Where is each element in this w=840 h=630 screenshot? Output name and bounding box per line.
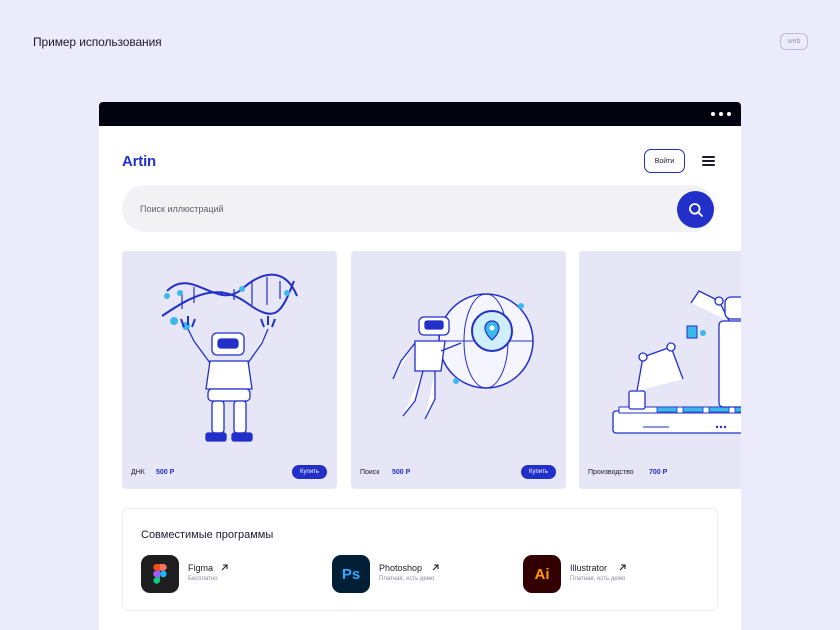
- app-item-photoshop[interactable]: Ps Photoshop Платная, есть демо: [332, 555, 512, 593]
- app-name: Figma: [188, 563, 214, 573]
- search-input[interactable]: [140, 200, 640, 218]
- search-bar: [122, 185, 715, 232]
- search-button[interactable]: [677, 191, 714, 228]
- app-subtitle: Платная, есть демо: [570, 576, 626, 582]
- illustrator-icon: Ai: [523, 555, 561, 593]
- external-link-arrow-icon: [432, 564, 439, 571]
- product-card[interactable]: Производство 700 Р: [579, 251, 741, 489]
- product-name: ДНК: [131, 469, 145, 476]
- robot-magnifier-illustration: [392, 293, 534, 420]
- product-price: 700 Р: [649, 469, 668, 476]
- app-subtitle: Бесплатно: [188, 576, 218, 582]
- platform-badge: web: [780, 33, 808, 50]
- browser-window: Artin Войти Поиск иллюстраций ДНК 500 Р …: [99, 102, 741, 630]
- page-title: Пример использования: [33, 35, 162, 49]
- compatible-programs-panel: Совместимые программы Figma Бесплатно Ps…: [122, 508, 718, 611]
- buy-button[interactable]: Купить: [521, 465, 556, 479]
- app-item-figma[interactable]: Figma Бесплатно: [141, 555, 321, 593]
- external-link-arrow-icon: [221, 564, 228, 571]
- compat-title: Совместимые программы: [141, 529, 274, 541]
- external-link-arrow-icon: [619, 564, 626, 571]
- product-name: Поиск: [360, 469, 380, 476]
- hamburger-menu-icon[interactable]: [702, 156, 715, 166]
- more-dots-icon[interactable]: [711, 112, 731, 116]
- photoshop-icon: Ps: [332, 555, 370, 593]
- product-price: 500 Р: [156, 469, 175, 476]
- logo[interactable]: Artin: [122, 153, 156, 170]
- dna-robot-illustration: [161, 273, 298, 442]
- app-name: Photoshop: [379, 563, 423, 573]
- factory-robot-arms-illustration: [612, 290, 741, 434]
- figma-icon: [141, 555, 179, 593]
- product-card[interactable]: ДНК 500 Р Купить: [122, 251, 337, 489]
- login-button[interactable]: Войти: [644, 149, 685, 173]
- app-item-illustrator[interactable]: Ai Illustrator Платная, есть демо: [523, 555, 703, 593]
- browser-titlebar: [99, 102, 741, 126]
- product-price: 500 Р: [392, 469, 411, 476]
- buy-button[interactable]: Купить: [292, 465, 327, 479]
- product-name: Производство: [588, 469, 634, 476]
- product-card[interactable]: Поиск 500 Р Купить: [351, 251, 566, 489]
- search-icon: [688, 202, 703, 217]
- app-subtitle: Платная, есть демо: [379, 576, 435, 582]
- app-name: Illustrator: [570, 563, 608, 573]
